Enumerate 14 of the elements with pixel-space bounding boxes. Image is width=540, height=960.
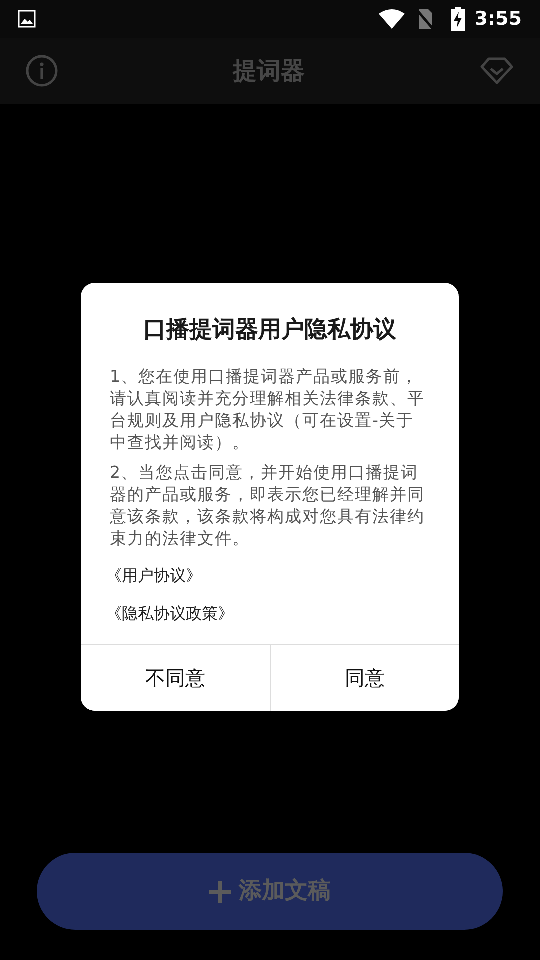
battery-charging-icon <box>450 7 465 31</box>
disagree-button[interactable]: 不同意 <box>81 644 270 710</box>
status-time: 3:55 <box>474 6 522 32</box>
diamond-icon[interactable] <box>480 57 514 85</box>
plus-icon <box>209 880 231 902</box>
agreement-paragraph: 1、您在使用口播提词器产品或服务前，请认真阅读并充分理解相关法律条款、平台规则及用户隐私协议（可在设置-关于中查找并阅读）。 <box>110 366 426 454</box>
app-title: 提词器 <box>232 56 306 87</box>
image-icon <box>18 10 36 28</box>
wifi-icon <box>378 9 405 29</box>
info-icon[interactable] <box>26 55 58 87</box>
agreement-paragraph: 2、当您点击同意，并开始使用口播提词器的产品或服务，即表示您已经理解并同意该条款，该条款将构成对您具有法律约束力的法律文件。 <box>110 462 426 550</box>
agreement-link[interactable]: 《隐私协议政策》 <box>106 602 234 626</box>
dialog-title: 口播提词器用户隐私协议 <box>142 316 398 345</box>
agreement-link[interactable]: 《用户协议》 <box>106 564 202 588</box>
